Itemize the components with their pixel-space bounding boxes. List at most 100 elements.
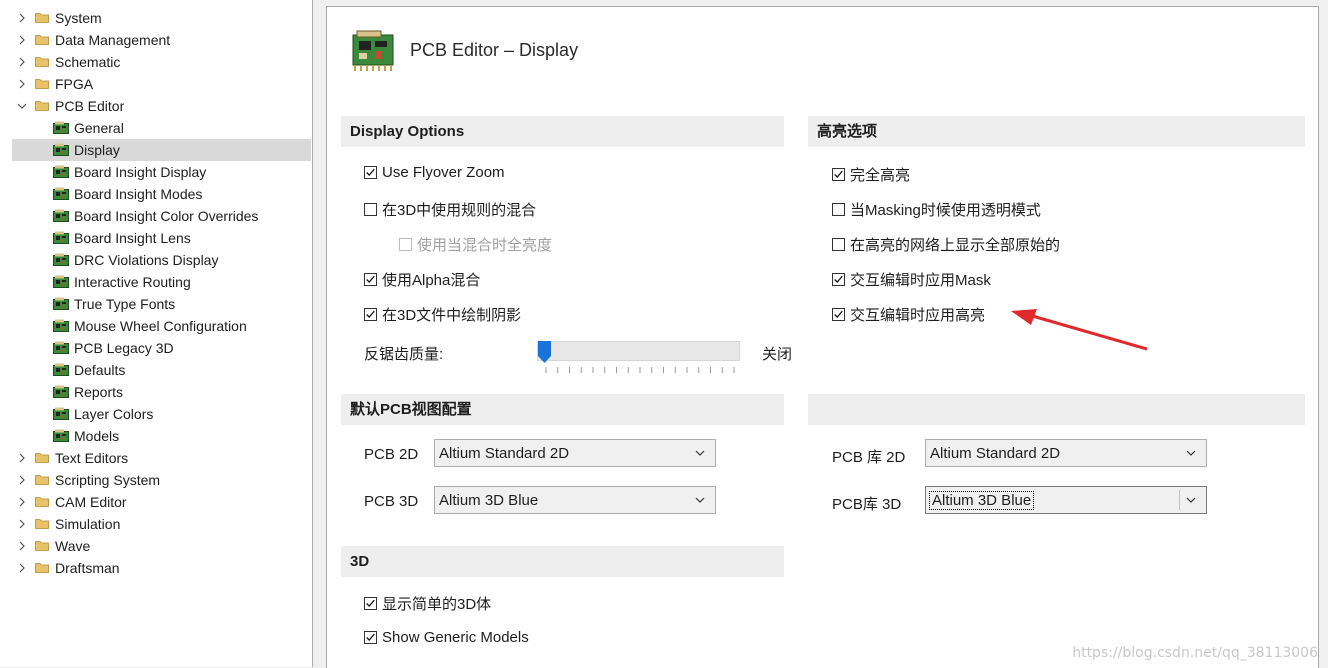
checkbox-box[interactable] bbox=[364, 203, 377, 216]
chevron-right-icon[interactable] bbox=[17, 541, 27, 551]
antialias-slider-track[interactable] bbox=[537, 341, 740, 361]
show-all-primitives-checkbox[interactable]: 在高亮的网络上显示全部原始的 bbox=[832, 234, 1060, 255]
tree-item-draftsman[interactable]: Draftsman bbox=[0, 557, 311, 579]
tree-item-models[interactable]: Models bbox=[0, 425, 311, 447]
draw-shadows-3d-checkbox[interactable]: 在3D文件中绘制阴影 bbox=[364, 304, 521, 325]
tree-item-label: Data Management bbox=[55, 32, 171, 48]
tree-item-scripting-system[interactable]: Scripting System bbox=[0, 469, 311, 491]
chevron-right-icon[interactable] bbox=[17, 475, 27, 485]
lib-2d-select[interactable]: Altium Standard 2D bbox=[925, 439, 1207, 467]
pcb-page-icon bbox=[53, 407, 69, 420]
tree-item-pcb-editor[interactable]: PCB Editor bbox=[0, 95, 311, 117]
checkmark-icon bbox=[366, 275, 375, 283]
masking-transparent-checkbox[interactable]: 当Masking时候使用透明模式 bbox=[832, 199, 1041, 220]
tree-item-label: Board Insight Modes bbox=[74, 186, 203, 202]
checkbox-box[interactable] bbox=[832, 273, 845, 286]
tree-item-label: PCB Editor bbox=[55, 98, 125, 114]
antialias-ticks bbox=[545, 367, 735, 373]
pcb-page-icon bbox=[53, 209, 69, 222]
alpha-blend-checkbox[interactable]: 使用Alpha混合 bbox=[364, 269, 480, 290]
checkmark-icon bbox=[366, 310, 375, 318]
chevron-right-icon[interactable] bbox=[17, 453, 27, 463]
folder-icon bbox=[35, 519, 49, 529]
checkmark-icon bbox=[834, 275, 843, 283]
checkbox-box[interactable] bbox=[364, 166, 377, 179]
chevron-right-icon[interactable] bbox=[17, 13, 27, 23]
checkbox-box[interactable] bbox=[832, 168, 845, 181]
tree-item-label: CAM Editor bbox=[55, 494, 127, 510]
tree-item-board-insight-modes[interactable]: Board Insight Modes bbox=[0, 183, 311, 205]
chevron-down-icon bbox=[1186, 497, 1196, 503]
folder-icon bbox=[35, 79, 49, 89]
chevron-right-icon[interactable] bbox=[17, 35, 27, 45]
tree-item-general[interactable]: General bbox=[0, 117, 311, 139]
apply-mask-interactive-checkbox[interactable]: 交互编辑时应用Mask bbox=[832, 269, 991, 290]
tree-item-wave[interactable]: Wave bbox=[0, 535, 311, 557]
pcb-2d-value: Altium Standard 2D bbox=[439, 444, 570, 462]
tree-item-schematic[interactable]: Schematic bbox=[0, 51, 311, 73]
pcb-3d-select[interactable]: Altium 3D Blue bbox=[434, 486, 716, 514]
tree-item-cam-editor[interactable]: CAM Editor bbox=[0, 491, 311, 513]
tree-item-label: Board Insight Lens bbox=[74, 230, 191, 246]
tree-item-reports[interactable]: Reports bbox=[0, 381, 311, 403]
folder-icon bbox=[35, 497, 49, 507]
tree-item-board-insight-lens[interactable]: Board Insight Lens bbox=[0, 227, 311, 249]
tree-item-mouse-wheel-configuration[interactable]: Mouse Wheel Configuration bbox=[0, 315, 311, 337]
chevron-right-icon[interactable] bbox=[17, 519, 27, 529]
tree-item-board-insight-color-overrides[interactable]: Board Insight Color Overrides bbox=[0, 205, 311, 227]
checkbox-box[interactable] bbox=[832, 308, 845, 321]
antialias-slider-thumb[interactable] bbox=[538, 341, 551, 363]
tree-item-true-type-fonts[interactable]: True Type Fonts bbox=[0, 293, 311, 315]
tree-item-label: Simulation bbox=[55, 516, 121, 532]
tree-item-fpga[interactable]: FPGA bbox=[0, 73, 311, 95]
tree-item-label: Wave bbox=[55, 538, 91, 554]
highlight-options-heading: 高亮选项 bbox=[808, 116, 1305, 147]
folder-icon bbox=[35, 453, 49, 463]
checkbox-label: 在高亮的网络上显示全部原始的 bbox=[850, 237, 1061, 254]
use-flyover-zoom-checkbox[interactable]: Use Flyover Zoom bbox=[364, 164, 505, 181]
checkbox-box[interactable] bbox=[832, 203, 845, 216]
show-generic-models-checkbox[interactable]: Show Generic Models bbox=[364, 629, 529, 646]
folder-icon bbox=[35, 35, 49, 45]
tree-item-text-editors[interactable]: Text Editors bbox=[0, 447, 311, 469]
checkbox-box[interactable] bbox=[832, 238, 845, 251]
lib-3d-select[interactable]: Altium 3D Blue bbox=[925, 486, 1207, 514]
tree-item-system[interactable]: System bbox=[0, 7, 311, 29]
tree-item-label: Defaults bbox=[74, 362, 126, 378]
chevron-right-icon[interactable] bbox=[17, 79, 27, 89]
tree-item-layer-colors[interactable]: Layer Colors bbox=[0, 403, 311, 425]
tree-item-label: Board Insight Color Overrides bbox=[74, 208, 259, 224]
tree-item-pcb-legacy-3d[interactable]: PCB Legacy 3D bbox=[0, 337, 311, 359]
checkbox-box[interactable] bbox=[364, 273, 377, 286]
chevron-right-icon[interactable] bbox=[17, 497, 27, 507]
folder-open-icon bbox=[35, 101, 49, 111]
tree-item-label: Schematic bbox=[55, 54, 121, 70]
chevron-right-icon[interactable] bbox=[17, 563, 27, 573]
checkbox-box[interactable] bbox=[364, 597, 377, 610]
apply-highlight-interactive-checkbox[interactable]: 交互编辑时应用高亮 bbox=[832, 304, 985, 325]
tree-item-simulation[interactable]: Simulation bbox=[0, 513, 311, 535]
tree-item-label: Interactive Routing bbox=[74, 274, 191, 290]
tree-item-interactive-routing[interactable]: Interactive Routing bbox=[0, 271, 311, 293]
rule-blend-3d-checkbox[interactable]: 在3D中使用规则的混合 bbox=[364, 199, 536, 220]
tree-item-defaults[interactable]: Defaults bbox=[0, 359, 311, 381]
pcb-page-icon bbox=[53, 187, 69, 200]
tree-item-board-insight-display[interactable]: Board Insight Display bbox=[0, 161, 311, 183]
folder-icon bbox=[35, 475, 49, 485]
checkmark-icon bbox=[366, 599, 375, 607]
tree-item-drc-violations-display[interactable]: DRC Violations Display bbox=[0, 249, 311, 271]
full-highlight-checkbox[interactable]: 完全高亮 bbox=[832, 164, 910, 185]
chevron-down-icon[interactable] bbox=[17, 101, 27, 111]
pcb-page-icon bbox=[53, 253, 69, 266]
display-options-heading: Display Options bbox=[341, 116, 784, 147]
pcb-3d-value: Altium 3D Blue bbox=[439, 491, 539, 509]
pcb-2d-select[interactable]: Altium Standard 2D bbox=[434, 439, 716, 467]
tree-item-display[interactable]: Display bbox=[12, 139, 311, 161]
checkbox-box[interactable] bbox=[364, 631, 377, 644]
checkmark-icon bbox=[834, 310, 843, 318]
checkbox-box[interactable] bbox=[364, 308, 377, 321]
chevron-right-icon[interactable] bbox=[17, 57, 27, 67]
tree-item-data-management[interactable]: Data Management bbox=[0, 29, 311, 51]
show-simple-bodies-checkbox[interactable]: 显示简单的3D体 bbox=[364, 593, 491, 614]
pcb-editor-icon bbox=[352, 30, 394, 71]
